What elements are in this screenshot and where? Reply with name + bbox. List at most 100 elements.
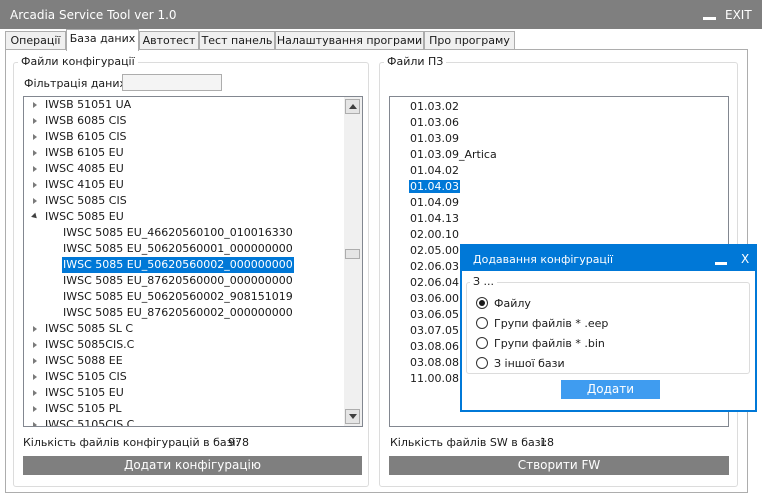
radio-icon[interactable] [476, 297, 488, 309]
exit-button[interactable]: EXIT [725, 8, 752, 22]
dialog-close-button[interactable]: X [741, 252, 749, 266]
expand-arrow-icon[interactable] [33, 198, 37, 204]
expand-arrow-icon[interactable] [33, 182, 37, 188]
sw-list-item[interactable]: 01.04.02 [410, 163, 459, 179]
tree-item[interactable]: IWSB 51051 UA [24, 97, 342, 113]
sw-list-item[interactable]: 03.07.05 [410, 323, 459, 339]
sw-list-item[interactable]: 02.00.10 [410, 227, 459, 243]
create-fw-button[interactable]: Створити FW [389, 456, 729, 475]
sw-item-label: 01.04.13 [410, 212, 459, 225]
tree-item[interactable]: IWSC 5085 EU_50620560001_000000000 [24, 241, 342, 257]
sw-list-item[interactable]: 03.08.06 [410, 339, 459, 355]
sw-item-label: 01.04.03 [409, 180, 460, 193]
expand-arrow-icon[interactable] [33, 326, 37, 332]
dialog-add-button[interactable]: Додати [561, 380, 660, 399]
expand-arrow-icon[interactable] [33, 358, 37, 364]
tree-item[interactable]: IWSC 5085 EU_50620560002_908151019 [24, 289, 342, 305]
filter-input[interactable] [122, 74, 222, 91]
tab-database[interactable]: База даних [66, 29, 139, 51]
expand-arrow-icon[interactable] [33, 134, 37, 140]
sw-list-item[interactable]: 02.05.00 [410, 243, 459, 259]
dialog-title-bar: Додавання конфігурації X [462, 246, 755, 271]
radio-icon[interactable] [476, 317, 488, 329]
sw-list-item[interactable]: 01.03.09_Artica [410, 147, 497, 163]
expand-arrow-icon[interactable] [33, 118, 37, 124]
radio-file[interactable]: Файлу [476, 296, 676, 312]
scroll-down-button[interactable] [345, 409, 360, 424]
tab-test-panel[interactable]: Тест панель [199, 31, 275, 50]
config-tree[interactable]: IWSB 51051 UA IWSB 6085 CIS IWSB 6105 CIS I… [23, 96, 363, 427]
expand-arrow-icon[interactable] [33, 422, 37, 426]
sw-list-item[interactable]: 01.04.03 [409, 179, 460, 195]
sw-list-item[interactable]: 03.06.00 [410, 291, 459, 307]
expand-arrow-icon[interactable] [33, 342, 37, 348]
tree-item-label: IWSC 5105 EU [45, 386, 124, 399]
tree-item[interactable]: IWSC 5085 CIS [24, 193, 342, 209]
tree-item[interactable]: IWSC 5085 EU_87620560002_000000000 [24, 305, 342, 321]
sw-item-label: 01.03.02 [410, 100, 459, 113]
expand-arrow-icon[interactable] [33, 390, 37, 396]
add-config-dialog: Додавання конфігурації X З ... Файлу Груп… [460, 244, 757, 412]
sw-item-label: 03.06.00 [410, 292, 459, 305]
sw-list-item[interactable]: 01.04.13 [410, 211, 459, 227]
sw-item-label: 01.03.06 [410, 116, 459, 129]
tree-item[interactable]: IWSC 5105CIS.C [24, 417, 342, 426]
sw-list-item[interactable]: 01.03.02 [410, 99, 459, 115]
sw-list-item[interactable]: 01.03.09 [410, 131, 459, 147]
sw-list-item[interactable]: 03.06.05 [410, 307, 459, 323]
filter-label: Фільтрація даних [24, 77, 127, 90]
tree-item[interactable]: IWSB 6085 CIS [24, 113, 342, 129]
tree-item[interactable]: IWSB 6105 EU [24, 145, 342, 161]
sw-list-item[interactable]: 02.06.03 [410, 259, 459, 275]
expand-arrow-icon[interactable] [33, 150, 37, 156]
tree-item[interactable]: IWSC 5085 SL C [24, 321, 342, 337]
sw-list-item[interactable]: 03.08.08 [410, 355, 459, 371]
expand-arrow-icon[interactable] [33, 102, 37, 108]
scroll-up-button[interactable] [345, 99, 360, 114]
radio-other-db[interactable]: З іншої бази [476, 356, 676, 372]
tree-item[interactable]: IWSC 5085 EU_46620560100_010016330 [24, 225, 342, 241]
tab-settings[interactable]: Налаштування програми [275, 31, 424, 50]
tab-operations[interactable]: Операції [5, 31, 66, 50]
expand-arrow-icon[interactable] [33, 406, 37, 412]
sw-list-item[interactable]: 01.03.06 [410, 115, 459, 131]
sw-list-item[interactable]: 11.00.08 [410, 371, 459, 387]
tree-item[interactable]: IWSC 4085 EU [24, 161, 342, 177]
minimize-icon[interactable] [703, 17, 716, 20]
sw-item-label: 03.08.06 [410, 340, 459, 353]
tree-item[interactable]: IWSC 5105 CIS [24, 369, 342, 385]
tree-item[interactable]: IWSC 5085 EU [24, 209, 342, 225]
radio-icon[interactable] [476, 357, 488, 369]
tree-item[interactable]: IWSC 4105 EU [24, 177, 342, 193]
collapse-arrow-icon[interactable] [31, 212, 39, 221]
tree-item[interactable]: IWSC 5105 PL [24, 401, 342, 417]
radio-icon[interactable] [476, 337, 488, 349]
tree-item-label: IWSB 6105 EU [45, 146, 124, 159]
tree-item[interactable]: IWSC 5085CIS.C [24, 337, 342, 353]
sw-list-item[interactable]: 01.04.09 [410, 195, 459, 211]
tree-item-label: IWSC 5105 PL [45, 402, 122, 415]
radio-label: Групи файлів * .bin [494, 337, 605, 350]
add-config-button[interactable]: Додати конфігурацію [23, 456, 362, 475]
sw-item-label: 02.05.00 [410, 244, 459, 257]
tree-item-label: IWSC 4105 EU [45, 178, 124, 191]
expand-arrow-icon[interactable] [33, 166, 37, 172]
tree-item[interactable]: IWSC 5105 EU [24, 385, 342, 401]
tab-about[interactable]: Про програму [424, 31, 515, 50]
tree-item-label: IWSC 5085 EU_87620560000_000000000 [63, 274, 293, 287]
tab-autotest[interactable]: Автотест [139, 31, 199, 50]
tree-item[interactable]: IWSC 5085 EU_87620560000_000000000 [24, 273, 342, 289]
scroll-thumb[interactable] [345, 249, 360, 259]
sw-list-item[interactable]: 02.06.04 [410, 275, 459, 291]
sw-item-label: 01.04.02 [410, 164, 459, 177]
dialog-minimize-icon[interactable] [715, 262, 727, 265]
expand-arrow-icon[interactable] [33, 374, 37, 380]
config-tree-scrollbar[interactable] [344, 97, 362, 426]
sw-item-label: 03.06.05 [410, 308, 459, 321]
arrow-down-icon [349, 414, 357, 419]
tree-item[interactable]: IWSC 5088 EE [24, 353, 342, 369]
tree-item[interactable]: IWSC 5085 EU_50620560002_000000000 [24, 257, 342, 273]
tree-item[interactable]: IWSB 6105 CIS [24, 129, 342, 145]
radio-eep-group[interactable]: Групи файлів * .eep [476, 316, 676, 332]
radio-bin-group[interactable]: Групи файлів * .bin [476, 336, 676, 352]
